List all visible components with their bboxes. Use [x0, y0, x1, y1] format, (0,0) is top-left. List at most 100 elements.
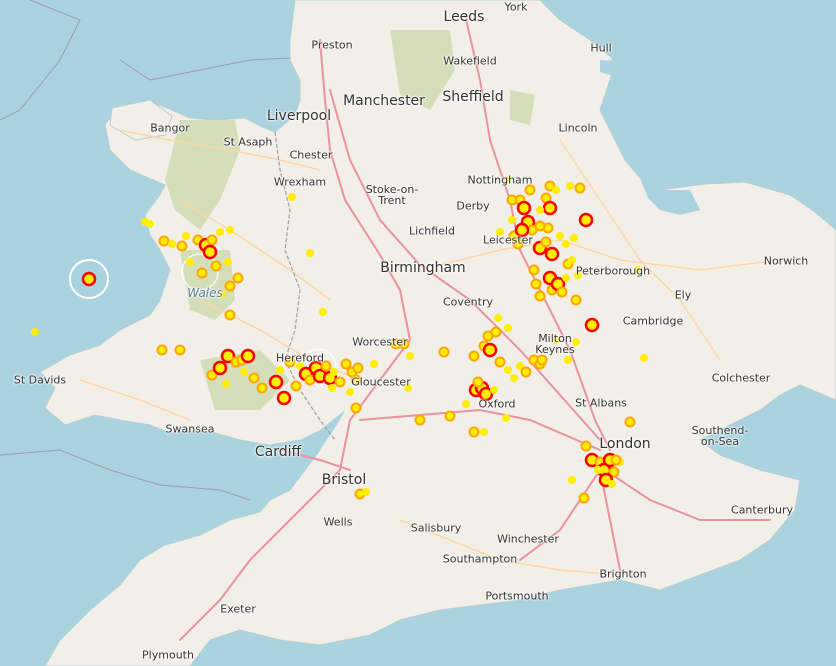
alert-marker-low[interactable]	[510, 374, 518, 382]
alert-marker-medium[interactable]	[176, 240, 188, 252]
alert-marker-low[interactable]	[406, 352, 414, 360]
place-label-gloucester: Gloucester	[351, 375, 411, 389]
alert-marker-high[interactable]	[268, 374, 284, 390]
alert-marker-low[interactable]	[504, 324, 512, 332]
alert-marker-low[interactable]	[226, 226, 234, 234]
alert-marker-high[interactable]	[578, 212, 594, 228]
alert-marker-low[interactable]	[168, 240, 176, 248]
alert-marker-low[interactable]	[216, 228, 224, 236]
alert-marker-low[interactable]	[224, 258, 232, 266]
alert-marker-medium[interactable]	[224, 309, 236, 321]
alert-marker-medium[interactable]	[540, 236, 552, 248]
alert-marker-medium[interactable]	[232, 272, 244, 284]
alert-marker-low[interactable]	[502, 414, 510, 422]
alert-marker-low[interactable]	[480, 428, 488, 436]
alert-marker-low[interactable]	[564, 356, 572, 364]
alert-marker-low[interactable]	[494, 314, 502, 322]
alert-marker-low[interactable]	[508, 216, 516, 224]
alert-marker-low[interactable]	[276, 366, 284, 374]
alert-marker-low[interactable]	[306, 249, 314, 257]
alert-marker-low[interactable]	[594, 466, 602, 474]
alert-marker-high[interactable]	[544, 246, 560, 262]
alert-marker-low[interactable]	[222, 380, 230, 388]
alert-marker-low[interactable]	[330, 368, 338, 376]
map-view[interactable]: Leeds York Preston Hull Wakefield Manche…	[0, 0, 836, 666]
alert-marker-medium[interactable]	[528, 264, 540, 276]
alert-marker-medium[interactable]	[610, 454, 622, 466]
alert-marker-low[interactable]	[31, 328, 39, 336]
alert-marker-low[interactable]	[319, 308, 327, 316]
alert-marker-medium[interactable]	[352, 362, 364, 374]
alert-marker-low[interactable]	[490, 386, 498, 394]
alert-marker-high[interactable]	[81, 271, 97, 287]
alert-marker-high[interactable]	[212, 360, 228, 376]
alert-marker-high[interactable]	[516, 200, 532, 216]
alert-marker-low[interactable]	[362, 488, 370, 496]
alert-marker-medium[interactable]	[210, 260, 222, 272]
alert-marker-low[interactable]	[328, 384, 336, 392]
alert-marker-medium[interactable]	[534, 290, 546, 302]
alert-marker-low[interactable]	[346, 388, 354, 396]
alert-marker-medium[interactable]	[494, 356, 506, 368]
alert-marker-low[interactable]	[462, 400, 470, 408]
alert-marker-medium[interactable]	[520, 366, 532, 378]
alert-marker-medium[interactable]	[290, 380, 302, 392]
place-label-sheffield: Sheffield	[442, 89, 504, 105]
alert-marker-medium[interactable]	[444, 410, 456, 422]
alert-marker-medium[interactable]	[174, 344, 186, 356]
alert-marker-low[interactable]	[146, 220, 154, 228]
alert-marker-medium[interactable]	[524, 184, 536, 196]
alert-marker-medium[interactable]	[570, 294, 582, 306]
alert-marker-medium[interactable]	[414, 414, 426, 426]
alert-marker-low[interactable]	[370, 360, 378, 368]
alert-marker-medium[interactable]	[578, 492, 590, 504]
alert-marker-medium[interactable]	[472, 376, 484, 388]
alert-marker-low[interactable]	[562, 274, 570, 282]
alert-marker-medium[interactable]	[556, 286, 568, 298]
alert-marker-medium[interactable]	[340, 358, 352, 370]
alert-marker-high[interactable]	[482, 342, 498, 358]
alert-marker-medium[interactable]	[256, 382, 268, 394]
alert-marker-medium[interactable]	[350, 402, 362, 414]
alert-marker-low[interactable]	[562, 240, 570, 248]
alert-marker-medium[interactable]	[206, 234, 218, 246]
alert-marker-low[interactable]	[556, 232, 564, 240]
alert-marker-low[interactable]	[182, 232, 190, 240]
alert-marker-medium[interactable]	[536, 354, 548, 366]
place-label-brighton: Brighton	[599, 567, 647, 581]
alert-marker-low[interactable]	[504, 366, 512, 374]
alert-marker-medium[interactable]	[534, 220, 546, 232]
alert-marker-medium[interactable]	[624, 416, 636, 428]
alert-marker-medium[interactable]	[468, 350, 480, 362]
place-label-leicester: Leicester	[483, 233, 533, 247]
alert-marker-medium[interactable]	[224, 280, 236, 292]
alert-marker-low[interactable]	[240, 368, 248, 376]
alert-marker-low[interactable]	[536, 206, 544, 214]
alert-marker-medium[interactable]	[334, 376, 346, 388]
alert-marker-low[interactable]	[288, 193, 296, 201]
alert-marker-low[interactable]	[570, 234, 578, 242]
alert-marker-medium[interactable]	[156, 344, 168, 356]
alert-marker-low[interactable]	[568, 476, 576, 484]
alert-marker-high[interactable]	[276, 390, 292, 406]
alert-marker-medium[interactable]	[490, 326, 502, 338]
alert-marker-high[interactable]	[202, 244, 218, 260]
alert-marker-high[interactable]	[584, 317, 600, 333]
alert-marker-medium[interactable]	[248, 372, 260, 384]
place-label-hereford: Hereford	[275, 351, 325, 365]
alert-marker-low[interactable]	[640, 354, 648, 362]
alert-marker-medium[interactable]	[196, 267, 208, 279]
alert-marker-high[interactable]	[240, 348, 256, 364]
alert-marker-medium[interactable]	[158, 235, 170, 247]
alert-marker-medium[interactable]	[574, 182, 586, 194]
alert-marker-low[interactable]	[568, 256, 576, 264]
alert-marker-high[interactable]	[542, 200, 558, 216]
alert-marker-low[interactable]	[552, 186, 560, 194]
alert-marker-medium[interactable]	[438, 346, 450, 358]
alert-marker-medium[interactable]	[530, 278, 542, 290]
alert-marker-medium[interactable]	[580, 440, 592, 452]
alert-marker-low[interactable]	[608, 480, 616, 488]
alert-marker-low[interactable]	[566, 182, 574, 190]
alert-marker-medium[interactable]	[468, 426, 480, 438]
alert-marker-low[interactable]	[186, 258, 194, 266]
